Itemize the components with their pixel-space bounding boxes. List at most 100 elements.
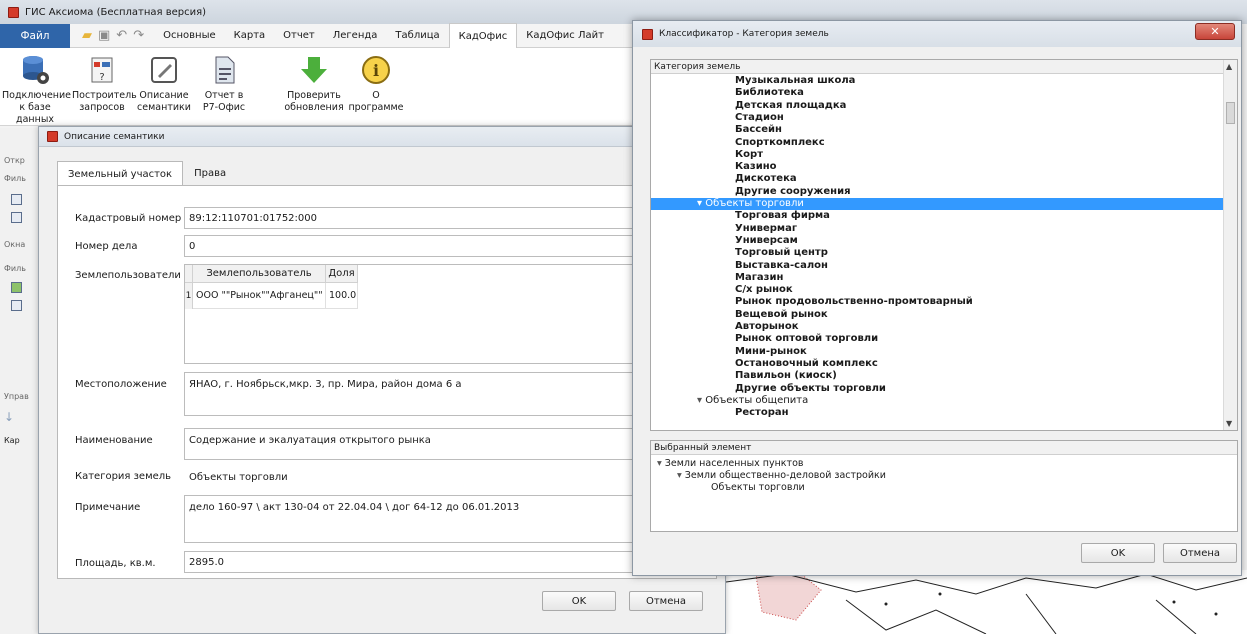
name-label: Наименование <box>75 435 153 446</box>
tree-leaf-node[interactable]: Корт <box>735 149 763 161</box>
tree-scrollbar[interactable]: ▲ ▼ <box>1223 60 1237 430</box>
tree-leaf-node[interactable]: Бассейн <box>735 124 782 136</box>
tree-leaf-node[interactable]: Остановочный комплекс <box>735 358 878 370</box>
tree-leaf-node[interactable]: Выставка-салон <box>735 260 828 272</box>
table-icon[interactable] <box>11 194 22 205</box>
expand-chevron-icon: ▾ <box>657 458 665 469</box>
tree-leaf-node[interactable]: Другие объекты торговли <box>735 383 886 395</box>
scroll-up-icon[interactable]: ▲ <box>1226 62 1232 71</box>
semantics-dialog-title: Описание семантики <box>64 131 165 142</box>
tree-node-label: Библиотека <box>735 87 804 99</box>
filter-input-1[interactable]: Филь <box>4 174 26 183</box>
tree-leaf-node[interactable]: Торговая фирма <box>735 210 830 222</box>
classifier-title: Классификатор - Категория земель <box>659 29 829 39</box>
selected-element-panel: Выбранный элемент ▾ Земли населенных пун… <box>650 440 1238 532</box>
semantics-tabs: Земельный участок Права <box>57 161 237 186</box>
about-label: О программе <box>348 90 404 113</box>
selected-path-node: Объекты торговли <box>711 482 805 494</box>
tree-leaf-node[interactable]: Вещевой рынок <box>735 309 828 321</box>
tree-leaf-node[interactable]: Универмаг <box>735 223 797 235</box>
tab-land-plot[interactable]: Земельный участок <box>57 161 184 186</box>
map-window-icon[interactable] <box>11 282 22 293</box>
tree-node-label: Универсам <box>735 234 798 246</box>
download-arrow-icon <box>298 54 330 86</box>
tree-leaf-node[interactable]: Ресторан <box>735 407 789 419</box>
query-builder-button[interactable]: ? Построитель запросов <box>72 54 137 114</box>
tree-leaf-node[interactable]: Универсам <box>735 235 798 247</box>
ok-button[interactable]: OK <box>542 591 616 611</box>
tree-leaf-node[interactable]: Детская площадка <box>735 100 846 112</box>
tree-leaf-node[interactable]: Рынок продовольственно-промтоварный <box>735 296 973 308</box>
report-button[interactable]: Отчет в Р7-Офис <box>196 54 252 114</box>
tree-node-label: Универмаг <box>735 222 798 234</box>
tree-leaf-node[interactable]: Рынок оптовой торговли <box>735 333 878 345</box>
tree-group-node[interactable]: ▾ Объекты торговли <box>651 198 1225 210</box>
map-canvas[interactable] <box>725 569 1247 634</box>
table-window-icon[interactable] <box>11 300 22 311</box>
grid-cell-share[interactable]: 100.0 <box>326 283 358 309</box>
expand-chevron-icon[interactable]: ▾ <box>697 395 705 406</box>
expand-chevron-icon[interactable]: ▾ <box>697 198 705 209</box>
tab-report[interactable]: Отчет <box>274 24 324 48</box>
close-icon[interactable]: ✕ <box>1195 23 1235 40</box>
tree-leaf-node[interactable]: Мини-рынок <box>735 346 807 358</box>
table-icon[interactable] <box>11 212 22 223</box>
tab-kadofis-lite[interactable]: КадОфис Лайт <box>517 24 613 48</box>
undo-icon[interactable]: ↶ <box>116 29 127 42</box>
semantics-label: Описание семантики <box>137 90 191 113</box>
about-button[interactable]: i О программе <box>344 54 408 114</box>
tab-table[interactable]: Таблица <box>386 24 448 48</box>
scroll-thumb[interactable] <box>1226 102 1235 124</box>
filter-input-2[interactable]: Филь <box>4 264 26 273</box>
redo-icon[interactable]: ↷ <box>133 29 144 42</box>
tree-leaf-node[interactable]: Дискотека <box>735 173 797 185</box>
tab-kadofis[interactable]: КадОфис <box>448 23 518 48</box>
open-folder-icon[interactable]: ▰ <box>82 29 92 42</box>
tree-leaf-node[interactable]: Казино <box>735 161 777 173</box>
tree-leaf-node[interactable]: С/х рынок <box>735 284 793 296</box>
move-down-icon[interactable]: ↓ <box>4 410 14 424</box>
tree-node-label: Авторынок <box>735 321 799 332</box>
tree-leaf-node[interactable]: Другие сооружения <box>735 186 851 198</box>
selected-path-label: Объекты торговли <box>711 482 805 493</box>
tree-leaf-node[interactable]: Магазин <box>735 272 783 284</box>
tree-group-node[interactable]: ▾ Объекты общепита <box>697 395 808 407</box>
app-icon <box>47 131 58 142</box>
cancel-button[interactable]: Отмена <box>629 591 703 611</box>
classifier-ok-button[interactable]: OK <box>1081 543 1155 563</box>
tree-leaf-node[interactable]: Авторынок <box>735 321 799 333</box>
selected-path-node: ▾ Земли населенных пунктов <box>657 458 803 470</box>
tab-rights[interactable]: Права <box>183 161 237 185</box>
check-updates-button[interactable]: Проверить обновления <box>284 54 344 114</box>
tab-legend[interactable]: Легенда <box>324 24 387 48</box>
scroll-down-icon[interactable]: ▼ <box>1226 419 1232 428</box>
case-number-label: Номер дела <box>75 241 138 252</box>
tree-node-label: Стадион <box>735 111 784 123</box>
tree-leaf-node[interactable]: Спорткомплекс <box>735 137 825 149</box>
tree-node-label: Спорткомплекс <box>735 136 825 148</box>
db-connect-label: Подключение к базе данных <box>2 90 72 125</box>
save-icon[interactable]: ▣ <box>98 29 110 42</box>
tree-leaf-node[interactable]: Стадион <box>735 112 784 124</box>
semantics-button[interactable]: Описание семантики <box>134 54 194 114</box>
tree-leaf-node[interactable]: Торговый центр <box>735 247 828 259</box>
tree-node-label: Торговый центр <box>735 247 828 259</box>
tab-map[interactable]: Карта <box>225 24 275 48</box>
tree-node-label: Объекты торговли <box>705 198 804 209</box>
tree-leaf-node[interactable]: Павильон (киоск) <box>735 370 837 382</box>
layer-tree-root[interactable]: Кар <box>4 436 20 445</box>
tree-node-label: Павильон (киоск) <box>735 370 837 382</box>
classifier-cancel-button[interactable]: Отмена <box>1163 543 1237 563</box>
grid-header-share[interactable]: Доля <box>326 265 358 283</box>
file-menu-button[interactable]: Файл <box>0 23 70 48</box>
tab-main[interactable]: Основные <box>154 24 225 48</box>
db-connect-button[interactable]: Подключение к базе данных <box>2 54 72 126</box>
grid-cell-user[interactable]: ООО ""Рынок""Афганец"" <box>193 283 326 309</box>
tree-leaf-node[interactable]: Музыкальная школа <box>735 75 855 87</box>
edit-pen-icon <box>148 54 180 86</box>
grid-header-user[interactable]: Землепользователь <box>193 265 326 283</box>
category-tree[interactable]: Категория земель Музыкальная школа Библио… <box>650 59 1238 431</box>
tree-leaf-node[interactable]: Библиотека <box>735 87 804 99</box>
note-label: Примечание <box>75 502 141 513</box>
category-tree-header: Категория земель <box>651 60 1237 74</box>
